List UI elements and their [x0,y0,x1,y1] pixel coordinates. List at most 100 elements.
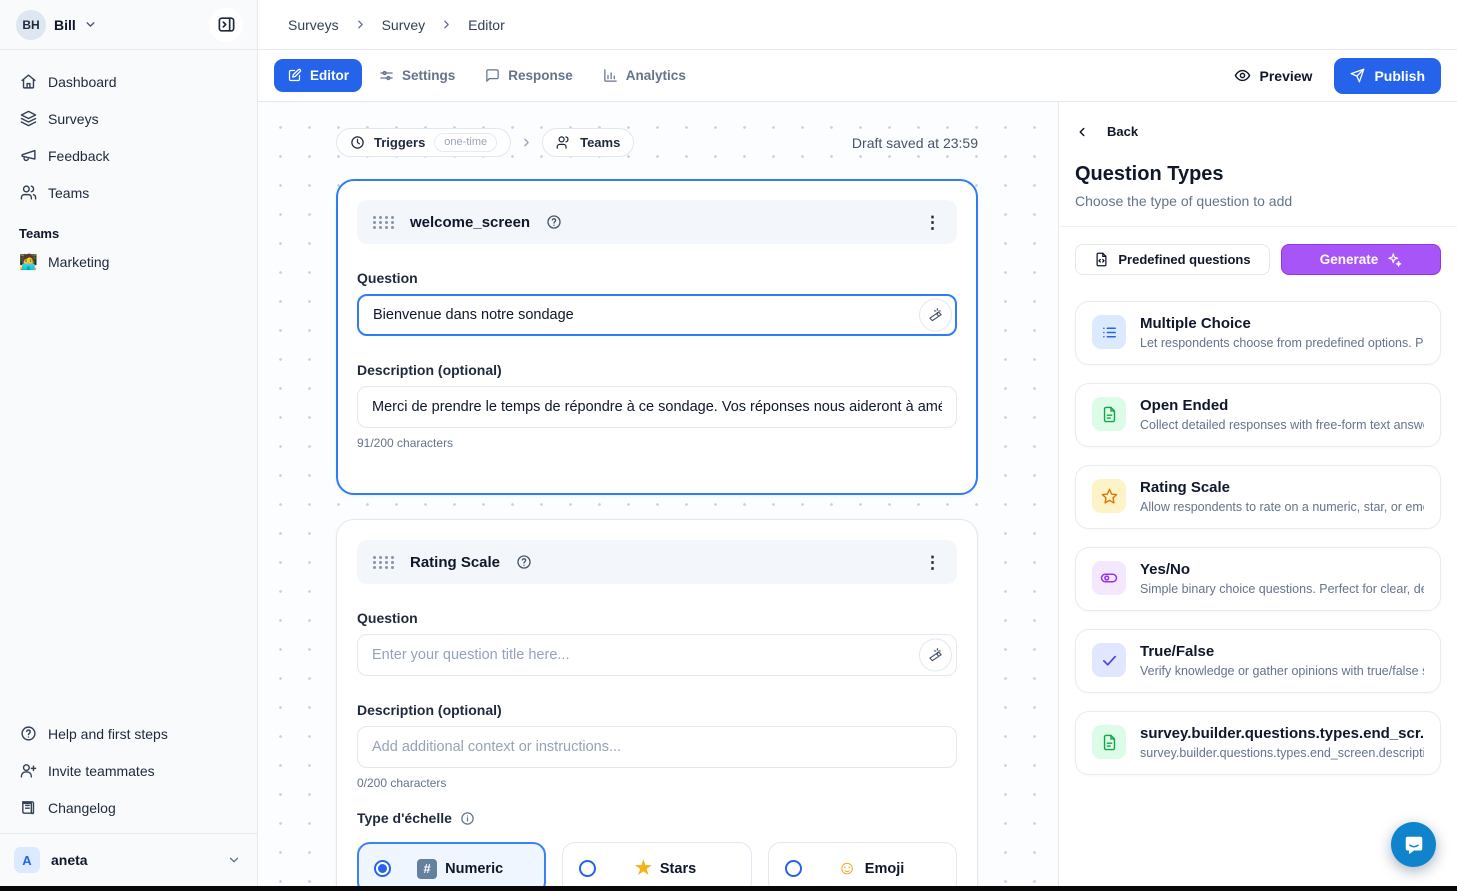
teams-chip-label: Teams [580,135,620,150]
kebab-menu-icon[interactable]: ⋮ [924,554,941,571]
trigger-type-badge: one-time [434,133,497,152]
question-type-true-false[interactable]: True/False Verify knowledge or gather op… [1075,629,1441,693]
breadcrumb-survey[interactable]: Survey [382,17,426,33]
bottom-system-bar [0,886,1457,891]
triggers-chip[interactable]: Triggers one-time [336,128,511,157]
users-icon [556,135,571,150]
hash-icon: # [417,859,437,879]
help-circle-icon[interactable] [516,554,532,570]
message-square-icon [485,68,500,83]
sidebar-item-label: Surveys [48,111,99,127]
eye-icon [1234,67,1251,84]
team-item-label: Marketing [48,254,109,270]
sidebar-item-teams[interactable]: Teams [10,177,247,208]
scale-type-label: Type d'échelle [357,810,957,826]
back-button[interactable]: Back [1075,124,1441,139]
breadcrumb-editor[interactable]: Editor [468,17,505,33]
preview-button[interactable]: Preview [1224,59,1323,92]
chevron-right-icon [354,18,367,31]
radio-checked-icon [374,860,391,877]
question-type-description: Collect detailed responses with free-for… [1140,418,1424,432]
sidebar-item-dashboard[interactable]: Dashboard [10,66,247,97]
sidebar-item-surveys[interactable]: Surveys [10,103,247,134]
account-menu[interactable]: A aneta [0,833,257,891]
workspace-name: Bill [54,17,76,33]
sidebar-item-label: Dashboard [48,74,117,90]
predefined-questions-button[interactable]: Predefined questions [1075,244,1270,275]
canvas-toolbar-row: Triggers one-time Teams Draft sav [336,128,978,157]
breadcrumb: Surveys Survey Editor [258,0,1457,50]
char-counter: 0/200 characters [357,776,957,790]
scale-option-numeric[interactable]: # Numeric [357,842,546,891]
question-type-yes-no[interactable]: Yes/No Simple binary choice questions. P… [1075,547,1441,611]
tab-editor[interactable]: Editor [274,59,362,92]
panel-subtitle: Choose the type of question to add [1075,193,1441,209]
chevron-right-icon [440,18,453,31]
drag-handle-icon[interactable] [373,216,394,229]
question-title-input[interactable] [357,294,957,336]
question-type-title: Multiple Choice [1140,315,1424,332]
user-plus-icon [19,762,37,779]
question-types-panel: Back Question Types Choose the type of q… [1058,102,1457,891]
layers-icon [19,110,37,127]
help-circle-icon[interactable] [546,214,562,230]
scale-option-label: Stars [660,861,696,877]
question-type-multiple-choice[interactable]: Multiple Choice Let respondents choose f… [1075,301,1441,365]
publish-button[interactable]: Publish [1334,58,1441,94]
question-type-open-ended[interactable]: Open Ended Collect detailed responses wi… [1075,383,1441,447]
tab-response[interactable]: Response [472,59,586,92]
question-card-header: welcome_screen ⋮ [357,200,957,244]
question-card-header: Rating Scale ⋮ [357,540,957,584]
radio-unchecked-icon [785,860,802,877]
magic-wand-icon[interactable] [919,639,952,672]
question-type-description: Verify knowledge or gather opinions with… [1140,664,1424,678]
toggle-icon [1092,561,1126,595]
sidebar-item-help[interactable]: Help and first steps [10,718,247,749]
question-card-welcome[interactable]: welcome_screen ⋮ Question [336,179,978,495]
technologist-emoji-icon: 🧑‍💻 [19,253,37,271]
radio-unchecked-icon [579,860,596,877]
kebab-menu-icon[interactable]: ⋮ [924,214,941,231]
question-type-title: True/False [1140,643,1424,660]
panel-actions: Predefined questions Generate [1075,244,1441,275]
teams-section-label: Teams [0,208,257,245]
workspace-switcher[interactable]: BH Bill [0,0,257,50]
teams-chip[interactable]: Teams [542,128,634,157]
scale-option-emoji[interactable]: ☺ Emoji [768,842,957,891]
sidebar-item-invite[interactable]: Invite teammates [10,755,247,786]
question-field-label: Question [357,610,957,626]
breadcrumb-surveys[interactable]: Surveys [288,17,339,33]
question-description-input[interactable] [357,726,957,768]
question-type-description: Let respondents choose from predefined o… [1140,336,1424,350]
chat-widget-button[interactable] [1391,822,1436,867]
tab-analytics[interactable]: Analytics [590,59,699,92]
drag-handle-icon[interactable] [373,556,394,569]
question-card-rating[interactable]: Rating Scale ⋮ Question [336,519,978,891]
list-icon [1092,315,1126,349]
megaphone-icon [19,147,37,164]
scale-option-label: Numeric [445,861,503,877]
sidebar-item-feedback[interactable]: Feedback [10,140,247,171]
question-description-input[interactable] [357,386,957,428]
info-circle-icon[interactable] [460,811,475,826]
chevron-down-icon [84,18,97,31]
account-name: aneta [51,852,88,868]
sidebar-toggle-button[interactable] [209,8,243,42]
question-type-rating-scale[interactable]: Rating Scale Allow respondents to rate o… [1075,465,1441,529]
question-type-end-screen[interactable]: survey.builder.questions.types.end_scr..… [1075,711,1441,775]
question-type-title: Open Ended [1140,397,1424,414]
scale-option-stars[interactable]: ★ Stars [562,842,751,891]
survey-canvas: Triggers one-time Teams Draft sav [258,102,1058,891]
survey-builder-app: BH Bill Dashboard Surv [0,0,1457,891]
newspaper-icon [19,799,37,816]
magic-wand-icon[interactable] [919,299,952,332]
sidebar-footer: Help and first steps Invite teammates Ch… [0,712,257,823]
tab-settings[interactable]: Settings [366,59,468,92]
generate-button[interactable]: Generate [1281,244,1441,275]
panel-toggle-icon [217,15,236,34]
char-counter: 91/200 characters [357,436,957,450]
sidebar-item-changelog[interactable]: Changelog [10,792,247,823]
sidebar-item-marketing[interactable]: 🧑‍💻 Marketing [10,247,247,277]
question-title-input[interactable] [357,634,957,676]
panel-title: Question Types [1075,163,1441,186]
